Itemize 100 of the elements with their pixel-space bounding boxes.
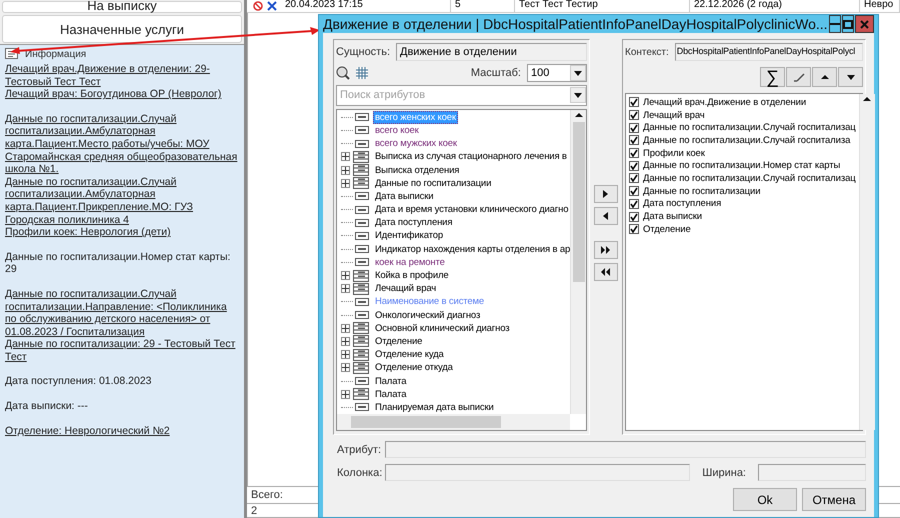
- expand-toggle[interactable]: [341, 390, 350, 399]
- move-down-button[interactable]: [838, 67, 863, 87]
- expand-toggle[interactable]: [341, 284, 350, 294]
- tree-item[interactable]: коек на ремонте: [373, 256, 447, 269]
- tree-item[interactable]: Наименование в системе: [373, 295, 486, 308]
- checkbox[interactable]: [629, 173, 639, 184]
- tree-item[interactable]: Отделение куда: [373, 348, 446, 362]
- checkbox[interactable]: [629, 186, 639, 196]
- tree-item[interactable]: Лечащий врач: [373, 282, 438, 296]
- tree-item[interactable]: Данные по госпитализации: [373, 176, 494, 190]
- tree-item[interactable]: Онкологический диагноз: [373, 308, 482, 322]
- column-name: Дата выписки: [643, 211, 702, 222]
- grid-icon[interactable]: [356, 67, 368, 79]
- tree-item[interactable]: Дата и время установки клинического диагно: [373, 203, 570, 216]
- info-text: Дата выписки: ---: [5, 400, 89, 413]
- info-text: Данные по госпитализации.Номер стат карты: 29: [5, 250, 232, 276]
- search-input[interactable]: Поиск атрибутов: [337, 89, 570, 102]
- info-link[interactable]: Данные по госпитализации: 29 - Тестовый Тест Тест: [5, 338, 239, 364]
- checkbox[interactable]: [629, 122, 639, 133]
- info-link[interactable]: Данные по госпитализации.Случай госпитализации.Амбулаторная карта.Пациент.Прикрепление.МО: ГУЗ Городская поликлиника 4: [5, 176, 239, 226]
- column-name: Данные по госпитализации.Случай госпитализац: [643, 122, 856, 134]
- tree-item[interactable]: Дата поступления: [373, 216, 454, 230]
- expand-toggle[interactable]: [341, 336, 350, 346]
- table-cell: Невро: [860, 0, 900, 12]
- tree-item[interactable]: Отделение: [373, 334, 424, 348]
- entity-label: Сущность:: [336, 46, 390, 58]
- info-link[interactable]: Данные по госпитализации.Случай госпитализации.Амбулаторная карта.Пациент.Место работы/учебы: МОУ Старомайнская средняя общеобразовательная школа №1.: [5, 112, 239, 176]
- dialog-button[interactable]: Ok: [733, 488, 797, 511]
- expand-toggle[interactable]: [341, 324, 350, 333]
- checkbox[interactable]: [629, 224, 639, 234]
- tree-item[interactable]: Основной клинический диагноз: [373, 322, 512, 335]
- zoom-icon[interactable]: [336, 66, 350, 80]
- field-icon: [355, 258, 369, 266]
- vertical-scrollbar[interactable]: [570, 110, 586, 414]
- info-link[interactable]: Лечащий врач: Богоутдинова ОР (Невролог): [5, 88, 239, 101]
- attribute-search-field[interactable]: Поиск атрибутов: [336, 85, 587, 106]
- info-link[interactable]: Отделение: Неврологический №2: [5, 424, 239, 438]
- expand-toggle[interactable]: [341, 363, 350, 372]
- table-cell: 20.04.2023 17:15: [281, 0, 451, 12]
- checkbox[interactable]: [629, 110, 639, 120]
- minimize-button[interactable]: [828, 15, 841, 33]
- tree-item[interactable]: Палата: [373, 374, 408, 388]
- info-link[interactable]: Данные по госпитализации.Случай госпитализации.Направление: <Поликлиника по обслуживанию детского населения> от 01.08.2023 / Госпитализация: [5, 288, 239, 338]
- field-icon: [355, 126, 369, 134]
- checkbox[interactable]: [629, 135, 639, 146]
- info-link[interactable]: Профили коек: Неврология (дети): [5, 226, 239, 239]
- field-icon: [355, 311, 369, 320]
- column-name: Профили коек: [643, 148, 705, 159]
- checkbox[interactable]: [629, 212, 639, 222]
- tree-item[interactable]: Отделение откуда: [373, 361, 455, 374]
- checkbox[interactable]: [629, 97, 639, 108]
- expand-toggle[interactable]: [341, 152, 350, 162]
- tree-item[interactable]: Выписка отделения: [373, 164, 462, 177]
- minimize-icon: [830, 22, 840, 26]
- maximize-button[interactable]: [842, 15, 854, 33]
- field-icon: [355, 140, 369, 148]
- nav-button[interactable]: Назначенные услуги: [2, 15, 242, 43]
- tree-item[interactable]: всего коек: [373, 124, 421, 137]
- field-icon: [355, 113, 369, 122]
- table-icon: [353, 177, 369, 190]
- edit-button[interactable]: [786, 67, 811, 87]
- close-icon[interactable]: [267, 1, 277, 11]
- remove-all-button[interactable]: [594, 263, 618, 281]
- column-name: Данные по госпитализации.Номер стат карты: [643, 160, 840, 172]
- tree-item[interactable]: Идентификатор: [373, 229, 445, 242]
- expand-toggle[interactable]: [341, 350, 350, 360]
- dialog-button[interactable]: Отмена: [802, 488, 866, 511]
- checkbox[interactable]: [629, 198, 639, 209]
- expand-toggle[interactable]: [341, 178, 350, 188]
- scale-select[interactable]: 100: [527, 64, 587, 82]
- dropdown-icon: [573, 90, 583, 100]
- tree-item[interactable]: Выписка из случая стационарного лечения в: [373, 150, 569, 164]
- info-link[interactable]: Лечащий врач.Движение в отделении: 29-Тестовый Тест Тест: [5, 63, 239, 88]
- pencil-icon: [792, 72, 804, 82]
- tree-item[interactable]: Индикатор нахождения карты отделения в ар: [373, 242, 570, 256]
- table-cell: 5: [451, 0, 515, 12]
- table-icon: [353, 362, 369, 374]
- sum-button[interactable]: ∑: [760, 67, 785, 87]
- tree-item[interactable]: Койка в профиле: [373, 269, 451, 282]
- remove-button[interactable]: [594, 207, 618, 225]
- add-all-button[interactable]: [594, 241, 618, 259]
- expand-toggle[interactable]: [341, 271, 350, 280]
- table-icon: [353, 322, 369, 334]
- tree-item[interactable]: всего мужских коек: [373, 137, 459, 150]
- tree-item[interactable]: Палата: [373, 388, 408, 401]
- add-button[interactable]: [594, 185, 618, 203]
- tree-item[interactable]: Планируемая дата выписки: [373, 400, 496, 414]
- left-arrow-icon: [601, 211, 611, 221]
- move-up-button[interactable]: [812, 67, 837, 87]
- horizontal-scrollbar[interactable]: [337, 414, 570, 430]
- table-cell: Тест Тест Тестир: [515, 0, 690, 12]
- tree-item[interactable]: Дата выписки: [373, 190, 436, 203]
- checkbox[interactable]: [629, 160, 639, 171]
- expand-toggle[interactable]: [341, 166, 350, 175]
- nav-button[interactable]: На выписку: [2, 1, 242, 13]
- column-name: Отделение: [643, 224, 691, 235]
- checkbox[interactable]: [629, 148, 639, 158]
- table-icon: [353, 164, 369, 176]
- close-button[interactable]: [854, 15, 874, 33]
- context-label: Контекст:: [625, 46, 669, 58]
